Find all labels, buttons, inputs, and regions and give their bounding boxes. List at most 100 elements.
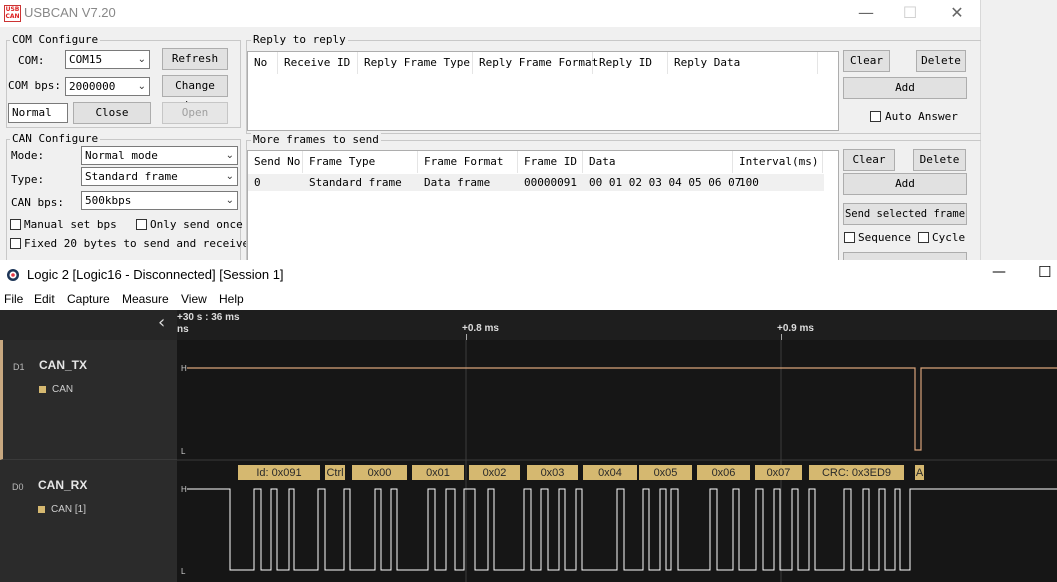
can-rx-trace bbox=[187, 488, 1057, 571]
com-port-select[interactable]: COM15 ⌄ bbox=[65, 50, 150, 69]
maximize-button[interactable]: ☐ bbox=[1038, 263, 1051, 281]
com-port-value: COM15 bbox=[69, 53, 103, 66]
usbcan-window-title: USBCAN V7.20 bbox=[24, 5, 116, 20]
send-no-cell: 0 bbox=[254, 176, 261, 189]
waveform-canvas[interactable]: H L H L Id: 0x091 Ctrl 0x00 0x01 0x02 0x03 0x0… bbox=[177, 340, 1057, 582]
annotation-text: 0x01 bbox=[426, 467, 450, 479]
ruler-tick-label: +0.9 ms bbox=[777, 323, 814, 334]
frames-group-label: More frames to send bbox=[251, 133, 381, 146]
close-window-button[interactable]: ✕ bbox=[937, 2, 977, 24]
column-header[interactable]: Reply Frame Format bbox=[473, 52, 598, 74]
column-header[interactable]: Reply Data bbox=[668, 52, 818, 74]
can-type-label: Type: bbox=[11, 173, 45, 186]
only-send-once-checkbox[interactable] bbox=[136, 219, 147, 230]
analyzer-color-swatch bbox=[39, 386, 46, 393]
can-type-value: Standard frame bbox=[85, 170, 178, 183]
can-tx-trace bbox=[187, 367, 1057, 451]
channel-row-d0[interactable]: D0 CAN_RX CAN [1] bbox=[0, 460, 177, 582]
maximize-button[interactable]: ☐ bbox=[890, 2, 930, 24]
decoded-annotations: Id: 0x091 Ctrl 0x00 0x01 0x02 0x03 0x04 0x05 0x0… bbox=[238, 465, 924, 480]
frame-format-cell: Data frame bbox=[424, 176, 491, 189]
logic2-title-bar: Logic 2 [Logic16 - Disconnected] [Sessio… bbox=[0, 260, 1057, 288]
can-rx-trace-group bbox=[187, 488, 1057, 571]
annotation-text: 0x06 bbox=[712, 467, 736, 479]
collapse-sidebar-icon[interactable]: ‹ bbox=[158, 312, 165, 333]
annotation-text: 0x02 bbox=[483, 467, 507, 479]
frame-type-cell: Standard frame bbox=[309, 176, 402, 189]
chevron-down-icon: ⌄ bbox=[137, 81, 146, 92]
chevron-down-icon: ⌄ bbox=[225, 195, 234, 206]
ruler-tick-label: +0.8 ms bbox=[462, 323, 499, 334]
annotation-text: 0x05 bbox=[654, 467, 678, 479]
frames-add-button[interactable]: Add bbox=[843, 173, 967, 195]
d1-high-label: H bbox=[181, 364, 187, 373]
can-bps-label: CAN bps: bbox=[11, 196, 64, 209]
sequence-checkbox[interactable] bbox=[844, 232, 855, 243]
ruler-origin-label: +30 s : 36 ms bbox=[177, 312, 240, 323]
chevron-down-icon: ⌄ bbox=[137, 54, 146, 65]
annotation-text: 0x00 bbox=[368, 467, 392, 479]
ruler-origin-unit: ns bbox=[177, 324, 189, 335]
annotation-text: A bbox=[916, 467, 924, 479]
com-port-label: COM: bbox=[18, 54, 45, 67]
channel-sidebar: ‹ D1 CAN_TX CAN D0 CAN_RX CAN [1] bbox=[0, 310, 177, 582]
reply-delete-button[interactable]: Delete bbox=[916, 50, 966, 72]
column-header[interactable]: Reply Frame Type bbox=[358, 52, 473, 74]
analyzer-color-swatch bbox=[38, 506, 45, 513]
column-header[interactable]: Frame Type bbox=[303, 151, 418, 173]
analyzer-name[interactable]: CAN [1] bbox=[51, 504, 86, 515]
can-type-select[interactable]: Standard frame ⌄ bbox=[81, 167, 238, 186]
can-mode-value: Normal mode bbox=[85, 149, 158, 162]
can-mode-select[interactable]: Normal mode ⌄ bbox=[81, 146, 238, 165]
close-port-button[interactable]: Close bbox=[73, 102, 151, 124]
waveform-area[interactable]: H L H L Id: 0x091 Ctrl 0x00 0x01 0x02 0x03 0x0… bbox=[177, 340, 1057, 582]
column-header[interactable]: Data bbox=[583, 151, 733, 173]
cycle-label: Cycle bbox=[932, 231, 966, 244]
frames-clear-button[interactable]: Clear bbox=[843, 149, 895, 171]
manual-bps-checkbox[interactable] bbox=[10, 219, 21, 230]
reply-clear-button[interactable]: Clear bbox=[843, 50, 890, 72]
menu-capture[interactable]: Capture bbox=[67, 292, 110, 306]
channel-row-d1[interactable]: D1 CAN_TX CAN bbox=[0, 340, 177, 460]
column-header[interactable]: No bbox=[248, 52, 278, 74]
column-header[interactable]: Interval(ms) bbox=[733, 151, 823, 173]
com-bps-value: 2000000 bbox=[69, 80, 116, 93]
column-header[interactable]: Frame Format bbox=[418, 151, 518, 173]
time-ruler[interactable]: +30 s : 36 ms ns +0.8 ms +0.9 ms bbox=[177, 310, 1057, 341]
refresh-button[interactable]: Refresh bbox=[162, 48, 228, 70]
reply-list[interactable]: No Receive ID Reply Frame Type Reply Fra… bbox=[247, 51, 839, 131]
d1-low-label: L bbox=[181, 447, 186, 456]
logo-text: USB CAN bbox=[5, 6, 20, 20]
annotation-text: Ctrl bbox=[326, 467, 343, 479]
analyzer-name[interactable]: CAN bbox=[52, 384, 73, 395]
can-bps-value: 500kbps bbox=[85, 194, 132, 207]
annotation-text: CRC: 0x3ED9 bbox=[822, 467, 891, 479]
change-bps-button[interactable]: Change bps bbox=[162, 75, 228, 112]
frames-list[interactable]: Send No Frame Type Frame Format Frame ID… bbox=[247, 150, 839, 262]
send-selected-frame-button[interactable]: Send selected frame bbox=[843, 203, 967, 225]
usbcan-app-icon: USB CAN bbox=[4, 5, 21, 22]
com-bps-select[interactable]: 2000000 ⌄ bbox=[65, 77, 150, 96]
auto-answer-checkbox[interactable] bbox=[870, 111, 881, 122]
menu-file[interactable]: File bbox=[4, 292, 23, 306]
frames-delete-button[interactable]: Delete bbox=[913, 149, 966, 171]
data-cell: 00 01 02 03 04 05 06 07 bbox=[589, 176, 742, 189]
table-row[interactable]: 0 Standard frame Data frame 00000091 00 … bbox=[248, 174, 824, 191]
channel-name[interactable]: CAN_RX bbox=[38, 478, 87, 492]
menu-measure[interactable]: Measure bbox=[122, 292, 169, 306]
menu-edit[interactable]: Edit bbox=[34, 292, 55, 306]
column-header[interactable]: Reply ID bbox=[593, 52, 668, 74]
can-bps-select[interactable]: 500kbps ⌄ bbox=[81, 191, 238, 210]
fixed-20-bytes-checkbox[interactable] bbox=[10, 238, 21, 249]
menu-view[interactable]: View bbox=[181, 292, 207, 306]
reply-add-button[interactable]: Add bbox=[843, 77, 967, 99]
channel-name[interactable]: CAN_TX bbox=[39, 358, 87, 372]
cycle-checkbox[interactable] bbox=[918, 232, 929, 243]
column-header[interactable]: Frame ID bbox=[518, 151, 583, 173]
minimize-button[interactable]: — bbox=[846, 2, 886, 24]
minimize-button[interactable]: — bbox=[992, 264, 1006, 280]
column-header[interactable]: Receive ID bbox=[278, 52, 358, 74]
menu-help[interactable]: Help bbox=[219, 292, 244, 306]
open-port-button[interactable]: Open bbox=[162, 102, 228, 124]
column-header[interactable]: Send No bbox=[248, 151, 303, 173]
